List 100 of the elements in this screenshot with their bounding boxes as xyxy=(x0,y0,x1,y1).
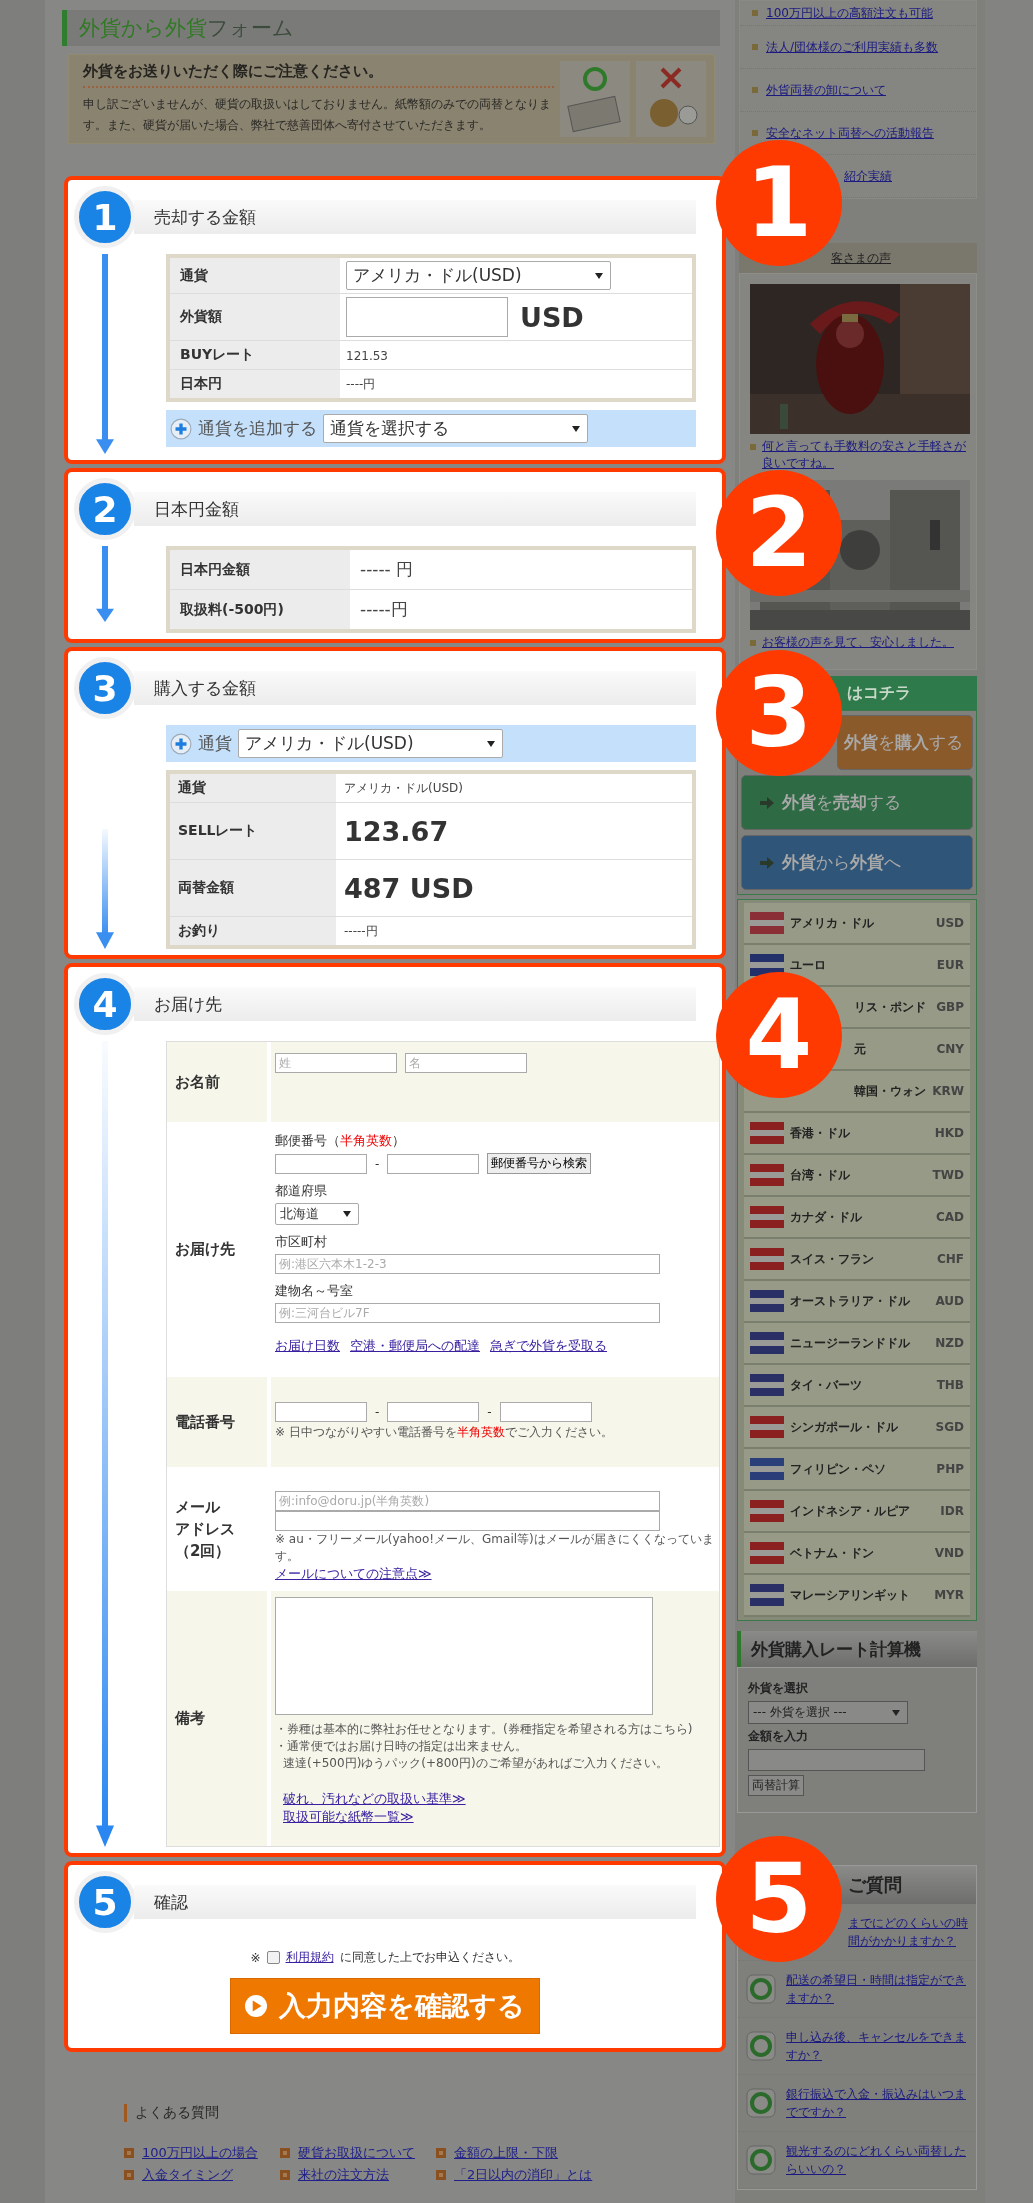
caret-icon xyxy=(595,272,603,279)
faq-link[interactable]: 観光するのにどれくらい両替したらいいの？ xyxy=(786,2142,968,2178)
currency-code: AUD xyxy=(935,1294,964,1308)
calculate-button[interactable]: 両替計算 xyxy=(748,1775,804,1796)
info-link[interactable]: 取扱可能な紙幣一覧≫ xyxy=(283,1808,414,1826)
sidebar-link[interactable]: 紹介実績 xyxy=(844,167,892,185)
amount-input[interactable] xyxy=(346,297,508,337)
remarks-note: ・通常便ではお届け日時の指定は出来ません。 xyxy=(275,1738,528,1755)
section-title: 売却する金額 xyxy=(134,200,696,234)
currency-link[interactable]: スイス・フラン xyxy=(790,1250,931,1268)
postal-search-button[interactable]: 郵便番号から検索 xyxy=(487,1153,592,1174)
shortcut-button[interactable]: 外貨から外貨へ xyxy=(741,835,973,890)
step-number: 4 xyxy=(74,973,136,1035)
remarks-field[interactable] xyxy=(275,1597,653,1715)
confirm-button[interactable]: 入力内容を確認する xyxy=(230,1978,540,2034)
amount-input[interactable] xyxy=(748,1749,925,1771)
down-arrow-icon xyxy=(95,1041,115,1847)
currency-code: EUR xyxy=(936,958,964,972)
currency-code: CNY xyxy=(936,1042,964,1056)
terms-checkbox[interactable] xyxy=(266,1951,280,1964)
sidebar-link[interactable]: 法人/団体様のご利用実績も多数 xyxy=(766,38,939,56)
currency-code: THB xyxy=(936,1378,964,1392)
currency-link[interactable]: 台湾・ドル xyxy=(790,1166,927,1184)
currency-link[interactable]: フィリピン・ペソ xyxy=(790,1460,931,1478)
first-name-field[interactable]: 名 xyxy=(405,1053,527,1073)
faq-link[interactable]: 硬貨お取扱について xyxy=(298,2144,415,2162)
phone-field[interactable] xyxy=(387,1402,480,1422)
email-notes-link[interactable]: メールについての注意点≫ xyxy=(275,1566,432,1581)
email-note: ※ au・フリーメール(yahoo!メール、Gmail等)はメールが届きにくくなっています。 xyxy=(275,1531,715,1565)
currency-link[interactable]: 香港・ドル xyxy=(790,1124,929,1142)
faq-link[interactable]: 100万円以上の場合 xyxy=(142,2144,258,2162)
faq-link[interactable]: 「2日以内の消印」とは xyxy=(454,2166,593,2184)
faq-link[interactable]: 銀行振込で入金・振込みはいつまでですか？ xyxy=(786,2085,968,2121)
bullet-icon xyxy=(280,2170,290,2180)
bullet-icon xyxy=(750,640,756,646)
field-label: SELLレート xyxy=(168,802,336,860)
currency-link[interactable]: インドネシア・ルピア xyxy=(790,1502,935,1520)
phone-field[interactable] xyxy=(499,1402,592,1422)
terms-link[interactable]: 利用規約 xyxy=(285,1949,334,1966)
currency-link[interactable]: アメリカ・ドル xyxy=(790,914,930,932)
phone-field[interactable] xyxy=(275,1402,367,1422)
currency-link[interactable]: ベトナム・ドン xyxy=(790,1544,929,1562)
currency-select[interactable]: アメリカ・ドル(USD) xyxy=(346,261,611,290)
currency-code: VND xyxy=(934,1546,964,1560)
currency-code: CAD xyxy=(935,1210,964,1224)
field-label: 金額を入力 xyxy=(748,1728,808,1745)
testimonial-link[interactable]: お客様の声を見て、安心しました。 xyxy=(762,634,954,651)
postal-code-field[interactable] xyxy=(275,1153,367,1174)
currency-select[interactable]: アメリカ・ドル(USD) xyxy=(238,729,503,758)
field-value: -----円 xyxy=(344,924,378,938)
page-title: 外貨から外貨フォーム xyxy=(62,10,720,46)
plus-icon[interactable] xyxy=(170,417,192,440)
faq-link[interactable]: 入金タイミング xyxy=(142,2166,233,2184)
city-field[interactable]: 例:港区六本木1-2-3 xyxy=(275,1254,660,1274)
field-label: 都道府県 xyxy=(275,1182,328,1200)
sidebar-link[interactable]: 安全なネット両替への活動報告 xyxy=(766,124,934,142)
info-link[interactable]: 急ぎで外貨を受取る xyxy=(490,1337,607,1355)
currency-link[interactable]: オーストラリア・ドル xyxy=(790,1292,930,1310)
faq-link[interactable]: 配送の希望日・時間は指定ができますか？ xyxy=(786,1971,968,2007)
currency-code: HKD xyxy=(934,1126,964,1140)
calculator-heading: 外貨購入レート計算機 xyxy=(737,1631,977,1667)
currency-select[interactable]: 通貨を選択する xyxy=(323,414,588,443)
faq-link[interactable]: 金額の上限・下限 xyxy=(454,2144,558,2162)
field-label: （2回） xyxy=(175,1541,231,1562)
last-name-field[interactable]: 姓 xyxy=(275,1053,397,1073)
currency-link[interactable]: ニュージーランドドル xyxy=(790,1334,930,1352)
email-confirm-field[interactable] xyxy=(275,1511,660,1531)
plus-icon[interactable] xyxy=(170,732,192,755)
bullet-icon xyxy=(436,2170,446,2180)
currency-link[interactable]: 元 xyxy=(854,1040,931,1058)
faq-link[interactable]: までにどのくらいの時間がかかりますか？ xyxy=(848,1914,968,1950)
sidebar-link[interactable]: 外貨両替の卸について xyxy=(766,81,886,99)
currency-link[interactable]: カナダ・ドル xyxy=(790,1208,930,1226)
sidebar-link[interactable]: 100万円以上の高額注文も可能 xyxy=(766,4,933,22)
info-link[interactable]: お届け日数 xyxy=(275,1337,340,1355)
currency-link[interactable]: マレーシアリンギット xyxy=(790,1586,929,1604)
notice-text: 申し訳ございませんが、硬貨の取扱いはしておりません。紙幣額のみでの両替となります。また、硬貨が届いた場合、弊社で慈善団体へ寄付させていただきます。 xyxy=(83,96,552,134)
prefecture-select[interactable]: 北海道 xyxy=(275,1203,359,1225)
testimonial-link[interactable]: 何と言っても手数料の安さと手軽さが良いですね。 xyxy=(762,438,966,472)
info-link[interactable]: 空港・郵便局への配達 xyxy=(350,1337,480,1355)
faq-link[interactable]: 来社の注文方法 xyxy=(298,2166,389,2184)
currency-link[interactable]: シンガポール・ドル xyxy=(790,1418,930,1436)
separator: - xyxy=(487,1405,492,1419)
section-title: 確認 xyxy=(134,1885,696,1919)
currency-link[interactable]: 韓国・ウォン xyxy=(854,1082,927,1100)
field-label: 備考 xyxy=(167,1591,271,1846)
field-value: ----円 xyxy=(346,377,376,391)
currency-link[interactable]: リス・ポンド xyxy=(854,998,931,1016)
postal-code-field[interactable] xyxy=(387,1153,480,1174)
bullet-icon xyxy=(750,444,756,450)
email-field[interactable]: 例:info@doru.jp(半角英数) xyxy=(275,1491,660,1511)
info-link[interactable]: 破れ、汚れなどの取扱い基準≫ xyxy=(283,1790,466,1808)
currency-select[interactable]: --- 外貨を選択 --- xyxy=(748,1701,908,1724)
phone-note: ※ 日中つながりやすい電話番号を半角英数でご入力ください。 xyxy=(275,1424,614,1441)
currency-link[interactable]: ユーロ xyxy=(790,956,931,974)
down-arrow-icon xyxy=(95,829,115,949)
currency-link[interactable]: タイ・バーツ xyxy=(790,1376,931,1394)
building-field[interactable]: 例:三河台ビル7F xyxy=(275,1303,660,1323)
bullet-icon xyxy=(752,130,758,136)
faq-link[interactable]: 申し込み後、キャンセルをできますか？ xyxy=(786,2028,968,2064)
